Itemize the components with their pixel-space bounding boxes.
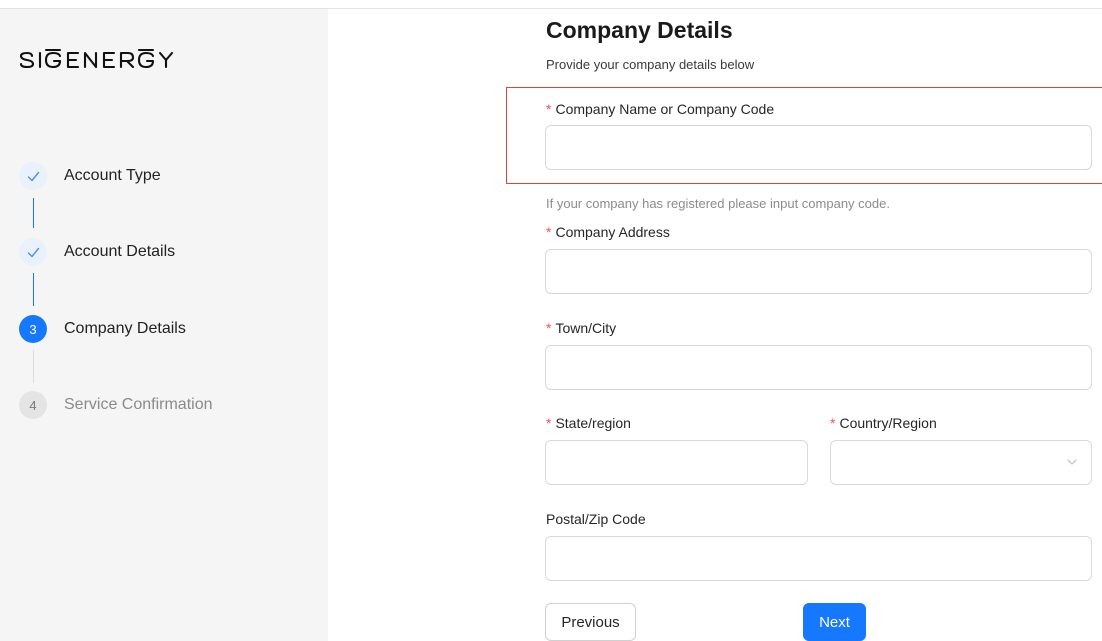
state-region-label: * State/region (546, 415, 631, 431)
page-subtitle: Provide your company details below (546, 57, 755, 72)
step-1-indicator (19, 162, 47, 190)
check-icon (27, 171, 39, 181)
town-city-label: * Town/City (546, 320, 617, 336)
next-button[interactable]: Next (803, 603, 866, 641)
town-city-input[interactable] (545, 345, 1092, 390)
step-account-type[interactable]: Account Type (19, 161, 161, 191)
step-label: Company Details (64, 320, 186, 337)
step-company-details[interactable]: 3 Company Details (19, 314, 186, 344)
country-region-select[interactable] (830, 440, 1092, 485)
check-icon (27, 247, 39, 257)
postal-code-input[interactable] (545, 536, 1092, 581)
step-account-details[interactable]: Account Details (19, 237, 175, 267)
step-connector (33, 198, 34, 228)
required-mark: * (830, 415, 836, 431)
step-label: Account Details (64, 243, 176, 260)
company-address-label: * Company Address (546, 224, 670, 240)
previous-button[interactable]: Previous (545, 603, 636, 641)
country-region-label: * Country/Region (830, 415, 937, 431)
company-name-input[interactable] (545, 125, 1092, 170)
required-mark: * (546, 224, 552, 240)
company-address-input[interactable] (545, 249, 1092, 294)
required-mark: * (546, 320, 552, 336)
chevron-down-icon (1067, 459, 1077, 465)
step-label: Account Type (64, 167, 161, 184)
required-mark: * (546, 415, 552, 431)
step-4-indicator: 4 (19, 391, 47, 419)
step-connector (33, 350, 34, 383)
state-region-input[interactable] (545, 440, 808, 485)
page-title: Company Details (546, 17, 733, 43)
step-service-confirmation[interactable]: 4 Service Confirmation (19, 390, 213, 420)
step-2-indicator (19, 238, 47, 266)
step-3-indicator: 3 (19, 315, 47, 343)
help-text: If your company has registered please in… (546, 196, 890, 211)
company-name-label: * Company Name or Company Code (546, 101, 775, 117)
sigenergy-logo (19, 48, 199, 72)
postal-code-label: Postal/Zip Code (546, 511, 646, 527)
step-connector (33, 273, 34, 306)
step-label: Service Confirmation (64, 396, 213, 413)
required-mark: * (546, 101, 552, 117)
